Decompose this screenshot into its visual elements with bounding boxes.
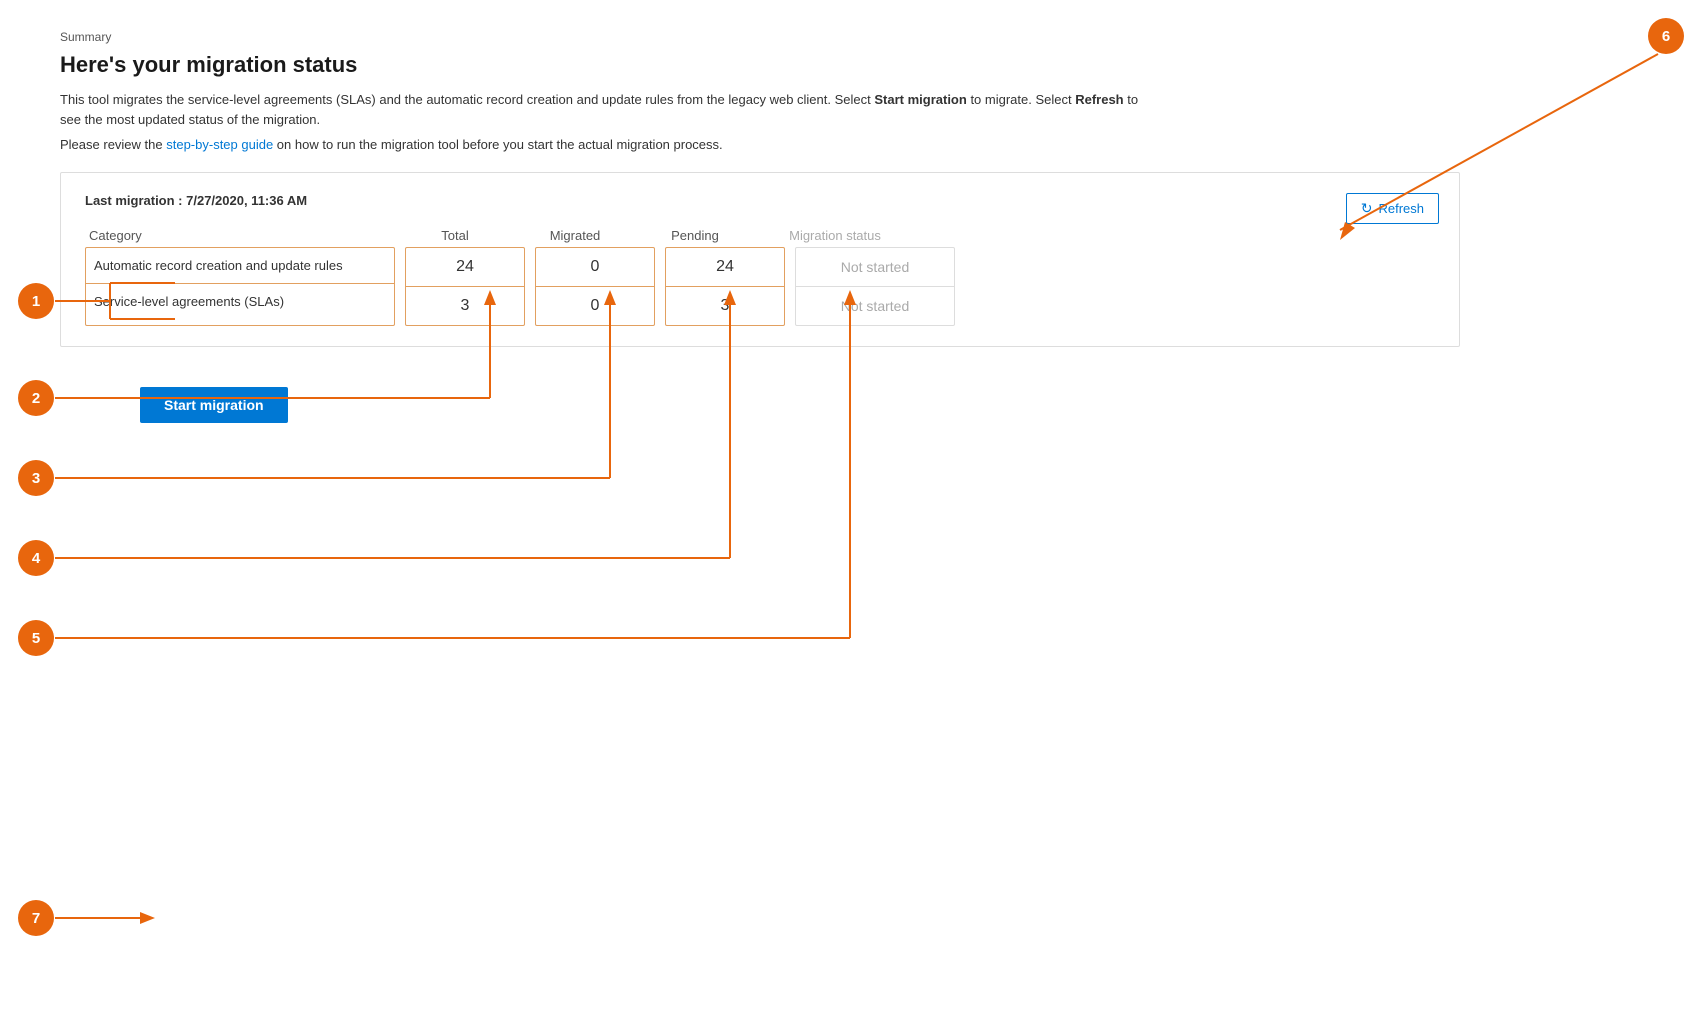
- pending-column: 24 3: [665, 247, 785, 326]
- status-column: Not started Not started: [795, 247, 955, 326]
- migrated-row-1: 0: [536, 248, 654, 287]
- col-header-category: Category: [85, 228, 395, 243]
- annotation-3: 3: [18, 460, 54, 496]
- migrated-row-2: 0: [536, 287, 654, 325]
- guide-text: Please review the step-by-step guide on …: [60, 137, 1460, 152]
- status-row-2: Not started: [796, 287, 954, 325]
- category-column: Automatic record creation and update rul…: [85, 247, 395, 326]
- annotation-1: 1: [18, 283, 54, 319]
- migrated-column: 0 0: [535, 247, 655, 326]
- annotation-4: 4: [18, 540, 54, 576]
- total-row-2: 3: [406, 287, 524, 325]
- refresh-icon: ↻: [1361, 200, 1373, 217]
- annotation-6: 6: [1648, 18, 1684, 54]
- migration-card: Last migration : 7/27/2020, 11:36 AM ↻ R…: [60, 172, 1460, 347]
- annotation-7: 7: [18, 900, 54, 936]
- annotation-5: 5: [18, 620, 54, 656]
- start-migration-section: Start migration: [60, 387, 1460, 423]
- col-header-pending: Pending: [635, 228, 755, 243]
- breadcrumb: Summary: [60, 30, 1460, 44]
- start-migration-button[interactable]: Start migration: [140, 387, 288, 423]
- last-migration-label: Last migration : 7/27/2020, 11:36 AM: [85, 193, 1435, 208]
- col-header-total: Total: [395, 228, 515, 243]
- total-column: 24 3: [405, 247, 525, 326]
- page-title: Here's your migration status: [60, 52, 1460, 78]
- status-row-1: Not started: [796, 248, 954, 287]
- category-row-1: Automatic record creation and update rul…: [86, 248, 394, 284]
- step-by-step-guide-link[interactable]: step-by-step guide: [166, 137, 273, 152]
- total-row-1: 24: [406, 248, 524, 287]
- pending-row-2: 3: [666, 287, 784, 325]
- annotation-2: 2: [18, 380, 54, 416]
- col-header-status: Migration status: [755, 228, 915, 243]
- col-header-migrated: Migrated: [515, 228, 635, 243]
- category-row-2: Service-level agreements (SLAs): [86, 284, 394, 319]
- description: This tool migrates the service-level agr…: [60, 90, 1160, 129]
- table-header: Category Total Migrated Pending Migratio…: [85, 228, 1435, 243]
- refresh-button[interactable]: ↻ Refresh: [1346, 193, 1439, 224]
- table-rows: Automatic record creation and update rul…: [85, 247, 1435, 326]
- pending-row-1: 24: [666, 248, 784, 287]
